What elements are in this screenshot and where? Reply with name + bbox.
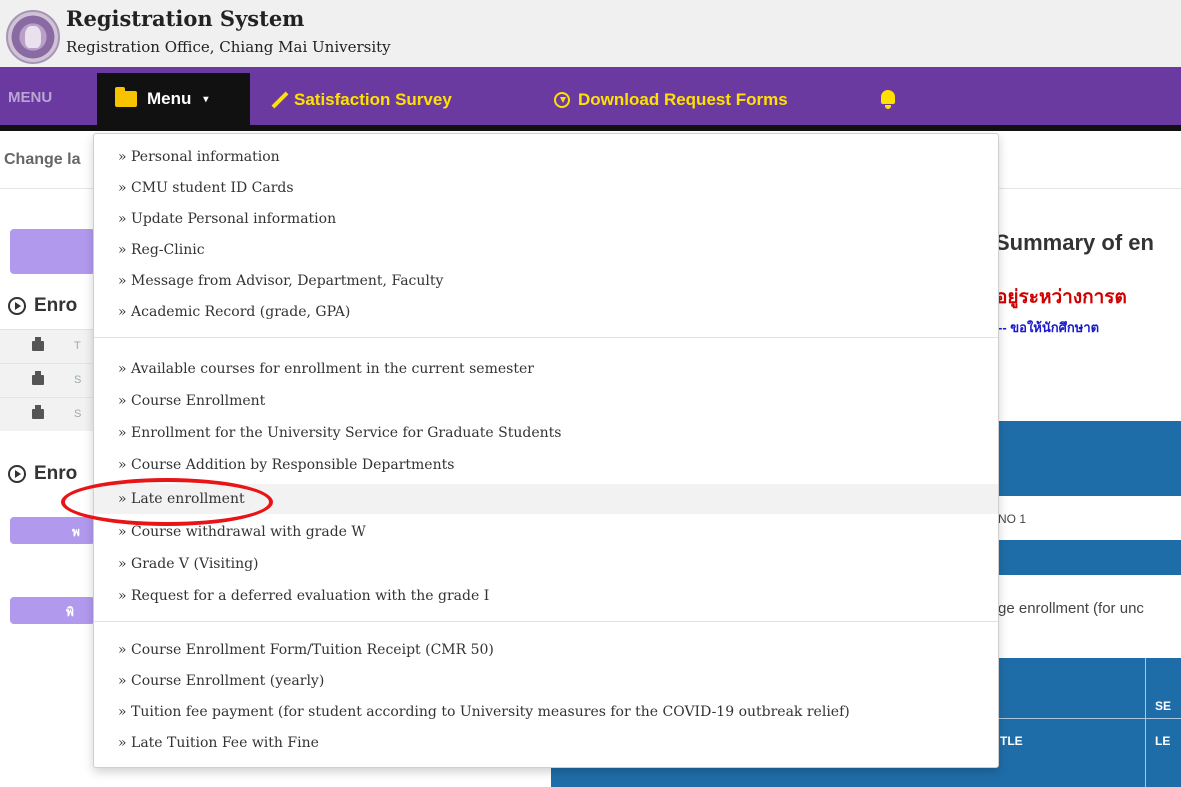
button-label: พ xyxy=(72,525,80,539)
navbar-menu-label: MENU xyxy=(8,89,53,106)
circle-play-icon xyxy=(8,465,26,483)
main-navbar: MENU Menu ▾ Satisfaction Survey Download… xyxy=(0,67,1181,131)
menu-item-deferred-evaluation[interactable]: » Request for a deferred evaluation with… xyxy=(94,581,998,611)
folder-open-icon xyxy=(115,87,137,107)
left-action-button[interactable] xyxy=(10,229,95,274)
print-icon xyxy=(32,405,44,419)
menu-item-personal-information[interactable]: » Personal information xyxy=(94,142,998,172)
menu-divider xyxy=(94,337,998,338)
menu-item-course-addition[interactable]: » Course Addition by Responsible Departm… xyxy=(94,450,998,480)
menu-dropdown-toggle[interactable]: Menu ▾ xyxy=(97,73,250,125)
notifications-button[interactable] xyxy=(881,90,895,109)
app-subtitle: Registration Office, Chiang Mai Universi… xyxy=(66,38,391,56)
menu-item-update-personal-information[interactable]: » Update Personal information xyxy=(94,204,998,234)
left-action-button-2[interactable]: พ xyxy=(10,517,95,544)
menu-item-tuition-fee-payment[interactable]: » Tuition fee payment (for student accor… xyxy=(94,697,998,727)
section-heading-text: Enro xyxy=(34,463,78,484)
app-title: Registration System xyxy=(66,6,305,31)
left-action-button-3[interactable]: พิ xyxy=(10,597,95,624)
status-heading: อยู่ระหว่างการต xyxy=(996,287,1127,308)
bell-icon xyxy=(881,90,895,109)
enrollment-section-heading-2: Enro xyxy=(8,463,77,485)
menu-item-available-courses[interactable]: » Available courses for enrollment in th… xyxy=(94,354,998,384)
column-header-title: TLE xyxy=(1000,734,1023,748)
annotation-circle xyxy=(61,478,273,526)
summary-title: Summary of en xyxy=(995,230,1154,255)
menu-item-course-enrollment[interactable]: » Course Enrollment xyxy=(94,386,998,416)
print-icon xyxy=(32,337,44,351)
circle-play-icon xyxy=(8,297,26,315)
university-logo xyxy=(6,10,60,64)
download-request-forms-link[interactable]: Download Request Forms xyxy=(554,90,788,110)
divider xyxy=(1145,658,1146,787)
button-label: พิ xyxy=(66,605,74,619)
status-note: -- ขอให้นักศึกษาต xyxy=(998,320,1100,335)
section-heading-text: Enro xyxy=(34,295,78,316)
download-request-forms-label: Download Request Forms xyxy=(578,90,788,109)
list-item[interactable]: T xyxy=(0,329,95,363)
change-enrollment-text: ge enrollment (for unc xyxy=(998,600,1144,617)
menu-item-id-cards[interactable]: » CMU student ID Cards xyxy=(94,173,998,203)
table-cell: NO 1 xyxy=(998,512,1027,526)
list-item[interactable]: S xyxy=(0,397,95,431)
menu-dropdown-panel: » Personal information » CMU student ID … xyxy=(93,133,999,768)
list-item-text: S xyxy=(74,408,82,420)
download-icon xyxy=(554,92,570,108)
pencil-icon xyxy=(271,91,289,109)
menu-item-messages[interactable]: » Message from Advisor, Department, Facu… xyxy=(94,266,998,296)
caret-down-icon: ▾ xyxy=(203,93,209,105)
list-item[interactable]: S xyxy=(0,363,95,397)
app-header: Registration System Registration Office,… xyxy=(0,0,1181,67)
print-icon xyxy=(32,371,44,385)
menu-item-enrollment-form-receipt[interactable]: » Course Enrollment Form/Tuition Receipt… xyxy=(94,635,998,665)
menu-item-graduate-service-enrollment[interactable]: » Enrollment for the University Service … xyxy=(94,418,998,448)
list-item-text: S xyxy=(74,374,82,386)
menu-item-yearly-enrollment[interactable]: » Course Enrollment (yearly) xyxy=(94,666,998,696)
menu-toggle-label: Menu xyxy=(147,89,192,108)
list-item-text: T xyxy=(74,340,81,352)
enrollment-section-heading: Enro xyxy=(8,295,77,317)
change-language-link[interactable]: Change la xyxy=(4,151,80,169)
satisfaction-survey-link[interactable]: Satisfaction Survey xyxy=(271,90,452,110)
column-header-lecture: LE xyxy=(1155,734,1171,748)
menu-item-late-tuition-fee[interactable]: » Late Tuition Fee with Fine xyxy=(94,728,998,758)
menu-item-academic-record[interactable]: » Academic Record (grade, GPA) xyxy=(94,297,998,327)
satisfaction-survey-label: Satisfaction Survey xyxy=(294,90,452,109)
menu-item-reg-clinic[interactable]: » Reg-Clinic xyxy=(94,235,998,265)
menu-divider xyxy=(94,621,998,622)
menu-item-grade-v[interactable]: » Grade V (Visiting) xyxy=(94,549,998,579)
column-header-section: SE xyxy=(1155,699,1172,713)
menu-item-course-withdrawal[interactable]: » Course withdrawal with grade W xyxy=(94,517,998,547)
